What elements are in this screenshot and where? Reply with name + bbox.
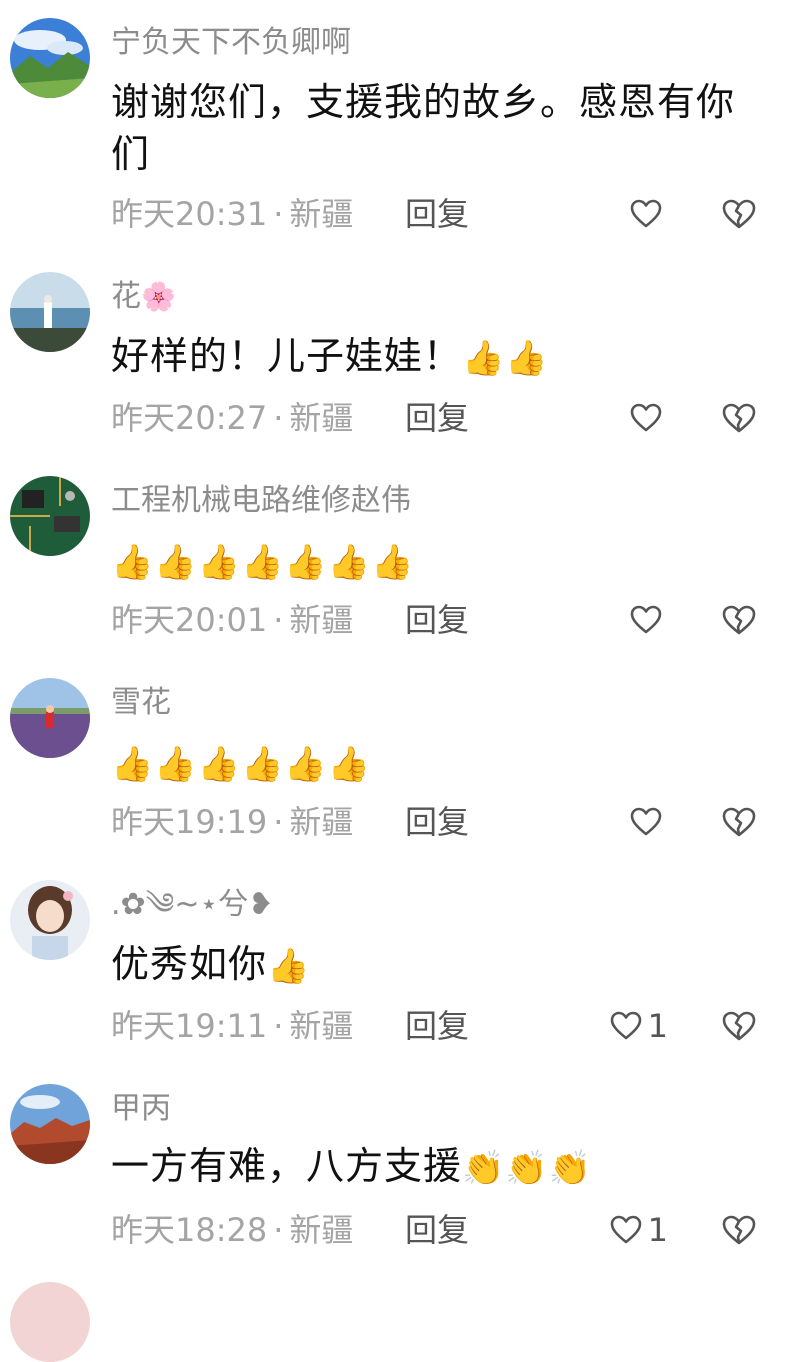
comment-location: 新疆 — [289, 601, 354, 639]
broken-heart-icon[interactable] — [722, 604, 756, 636]
meta-separator: · — [273, 1007, 284, 1045]
comment-time: 昨天18:28 — [111, 1211, 268, 1249]
comment-time: 昨天19:19 — [111, 803, 268, 841]
lake-person-avatar-icon — [10, 272, 90, 352]
broken-heart-icon[interactable] — [722, 1010, 756, 1042]
comment-meta: 昨天19:19 · 新疆 — [111, 804, 353, 840]
thumbs-up-emoji: 👍👍👍👍👍👍👍 — [111, 542, 415, 583]
thumbs-up-emoji: 👍 — [267, 946, 311, 987]
heart-outline-icon — [630, 199, 662, 228]
avatar[interactable] — [10, 678, 90, 758]
heart-outline-icon — [610, 1011, 641, 1040]
clapping-hands-emoji: 👏👏👏 — [462, 1148, 593, 1189]
comment-text: 👍👍👍👍👍👍👍 — [111, 534, 761, 586]
username[interactable]: 花🌸 — [111, 280, 176, 314]
red-rock-avatar-icon — [10, 1084, 90, 1164]
comment-location: 新疆 — [289, 1007, 354, 1045]
comment-location: 新疆 — [289, 399, 354, 437]
comment-meta: 昨天19:11 · 新疆 — [111, 1008, 353, 1044]
meta-separator: · — [273, 1211, 284, 1249]
broken-heart-icon[interactable] — [722, 806, 756, 838]
username[interactable]: 宁负天下不负卿啊 — [111, 26, 351, 60]
comment-location: 新疆 — [289, 803, 354, 841]
avatar[interactable] — [10, 476, 90, 556]
comment-time: 昨天20:27 — [111, 399, 268, 437]
comment-text: 优秀如你👍 — [111, 938, 761, 990]
comment-text: 👍👍👍👍👍👍 — [111, 736, 761, 788]
like-button[interactable] — [630, 602, 668, 638]
meta-separator: · — [273, 195, 284, 233]
girl-portrait-avatar-icon — [10, 880, 90, 960]
heart-outline-icon — [630, 403, 662, 432]
reply-button[interactable]: 回复 — [405, 196, 469, 232]
heart-outline-icon — [630, 807, 662, 836]
comment-time: 昨天20:31 — [111, 195, 268, 233]
meta-separator: · — [273, 803, 284, 841]
comment-text: 好样的！儿子娃娃！👍👍 — [111, 330, 761, 382]
meta-separator: · — [273, 399, 284, 437]
comment-text-content: 优秀如你 — [111, 942, 268, 986]
broken-heart-icon[interactable] — [722, 198, 756, 230]
avatar[interactable] — [10, 18, 90, 98]
meta-separator: · — [273, 601, 284, 639]
thumbs-up-emoji: 👍👍👍👍👍👍 — [111, 744, 372, 785]
like-count: 1 — [647, 1211, 668, 1249]
comment-meta: 昨天18:28 · 新疆 — [111, 1212, 353, 1248]
comment-location: 新疆 — [289, 1211, 354, 1249]
cherry-blossom-icon: 🌸 — [141, 280, 176, 313]
heart-outline-icon — [610, 1215, 641, 1244]
avatar[interactable] — [10, 1282, 90, 1362]
reply-button[interactable]: 回复 — [405, 1212, 469, 1248]
username-text: 花 — [111, 279, 141, 314]
reply-button[interactable]: 回复 — [405, 1008, 469, 1044]
broken-heart-icon[interactable] — [722, 402, 756, 434]
avatar[interactable] — [10, 1084, 90, 1164]
username[interactable]: 甲丙 — [111, 1092, 171, 1126]
heart-outline-icon — [630, 605, 662, 634]
circuit-board-avatar-icon — [10, 476, 90, 556]
comment-meta: 昨天20:01 · 新疆 — [111, 602, 353, 638]
reply-button[interactable]: 回复 — [405, 602, 469, 638]
comment-time: 昨天20:01 — [111, 601, 268, 639]
like-button[interactable]: 1 — [610, 1007, 668, 1045]
like-button[interactable]: 1 — [610, 1211, 668, 1249]
reply-button[interactable]: 回复 — [405, 400, 469, 436]
comment-text: 一方有难，八方支援👏👏👏 — [111, 1140, 761, 1192]
comment-text: 谢谢您们，支援我的故乡。感恩有你们 — [111, 76, 761, 180]
username[interactable]: 雪花 — [111, 686, 171, 720]
like-count: 1 — [647, 1007, 668, 1045]
username[interactable]: 工程机械电路维修赵伟 — [111, 484, 411, 518]
broken-heart-icon[interactable] — [722, 1214, 756, 1246]
like-button[interactable] — [630, 196, 668, 232]
comment-meta: 昨天20:27 · 新疆 — [111, 400, 353, 436]
comment-text-content: 一方有难，八方支援 — [111, 1144, 463, 1188]
comment-location: 新疆 — [289, 195, 354, 233]
avatar[interactable] — [10, 880, 90, 960]
thumbs-up-emoji: 👍👍 — [462, 338, 549, 379]
comment-text-content: 谢谢您们，支援我的故乡。感恩有你们 — [111, 80, 736, 176]
comment-time: 昨天19:11 — [111, 1007, 268, 1045]
like-button[interactable] — [630, 804, 668, 840]
mountain-landscape-avatar-icon — [10, 18, 90, 98]
comment-text-content: 好样的！儿子娃娃！ — [111, 334, 463, 378]
comment-meta: 昨天20:31 · 新疆 — [111, 196, 353, 232]
username[interactable]: .✿༄~⋆兮❥ — [111, 888, 273, 922]
reply-button[interactable]: 回复 — [405, 804, 469, 840]
avatar[interactable] — [10, 272, 90, 352]
like-button[interactable] — [630, 400, 668, 436]
lavender-field-avatar-icon — [10, 678, 90, 758]
